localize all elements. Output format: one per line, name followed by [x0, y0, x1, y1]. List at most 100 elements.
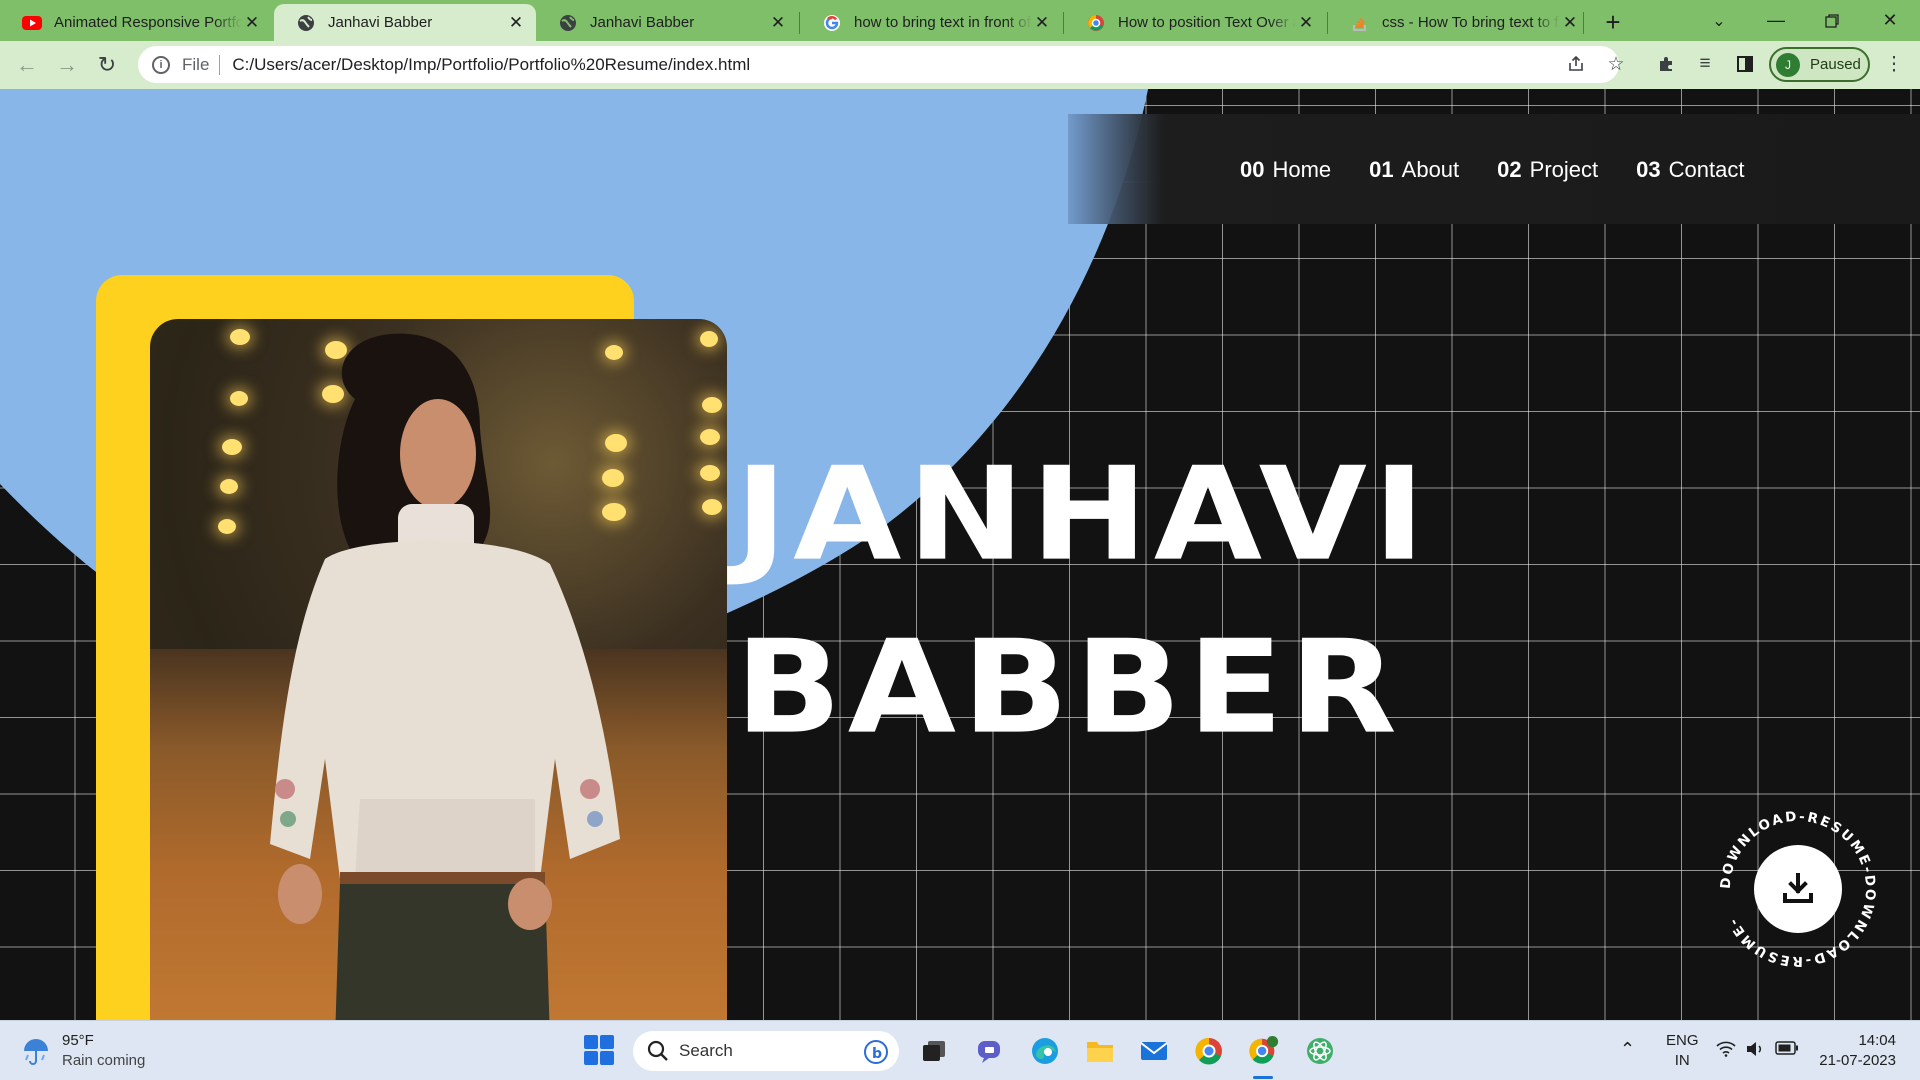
wifi-icon[interactable] — [1716, 1041, 1736, 1063]
teams-chat-icon[interactable] — [974, 1035, 1006, 1067]
language-line2: IN — [1674, 1052, 1690, 1069]
clock-date: 21-07-2023 — [1819, 1052, 1896, 1069]
edge-browser-icon[interactable] — [1029, 1035, 1061, 1067]
battery-icon[interactable] — [1775, 1041, 1799, 1061]
language-indicator[interactable]: ENG IN — [1666, 1031, 1699, 1071]
tab-janhavi-babber-active[interactable]: Janhavi Babber ✕ — [274, 4, 536, 41]
language-line1: ENG — [1666, 1032, 1699, 1049]
tab-janhavi-babber[interactable]: Janhavi Babber ✕ — [536, 4, 798, 41]
person-figure — [270, 333, 620, 1020]
tab-animated-responsive-portfolio[interactable]: Animated Responsive Portfolio ✕ — [0, 4, 272, 41]
bing-icon: b — [863, 1039, 889, 1070]
side-panel-icon[interactable] — [1730, 49, 1760, 79]
nav-label: Home — [1272, 157, 1332, 182]
nav-label: Project — [1529, 157, 1599, 182]
nav-number: 02 — [1497, 157, 1522, 182]
hero-name-line1: JANHAVI — [735, 439, 1432, 590]
nav-number: 03 — [1636, 157, 1661, 182]
info-icon[interactable]: i — [152, 55, 170, 74]
page-viewport: 00 Home 01 About 02 Project 03 Contact J… — [0, 89, 1920, 1020]
nav-label: About — [1401, 157, 1460, 182]
new-tab-button[interactable]: + — [1598, 7, 1628, 37]
nav-number: 00 — [1240, 157, 1265, 182]
close-icon[interactable]: ✕ — [242, 13, 262, 33]
task-view-icon[interactable] — [918, 1035, 950, 1067]
chrome-icon — [1086, 13, 1106, 33]
minimize-icon[interactable]: — — [1748, 0, 1804, 41]
url-text: C:/Users/acer/Desktop/Imp/Portfolio/Port… — [232, 54, 751, 74]
browser-toolbar: ← → ↻ i File C:/Users/acer/Desktop/Imp/P… — [0, 41, 1920, 89]
search-icon — [647, 1040, 668, 1061]
address-bar[interactable]: i File C:/Users/acer/Desktop/Imp/Portfol… — [138, 46, 1619, 83]
tab-stackoverflow[interactable]: css - How To bring text to fro ✕ — [1328, 4, 1590, 41]
start-tile — [584, 1035, 598, 1049]
profile-status: Paused — [1810, 56, 1861, 73]
file-scheme-label: File — [182, 54, 210, 74]
tab-google-search[interactable]: how to bring text in front of ✕ — [800, 4, 1062, 41]
mail-icon[interactable] — [1138, 1035, 1170, 1067]
media-queue-icon[interactable]: ≡ — [1690, 49, 1720, 79]
windows-start-button[interactable] — [584, 1035, 614, 1065]
show-hidden-icons-chevron[interactable]: ⌃ — [1620, 1039, 1635, 1059]
reload-icon[interactable]: ↻ — [92, 50, 122, 80]
youtube-icon — [22, 13, 42, 33]
close-icon[interactable]: ✕ — [768, 13, 788, 33]
close-icon[interactable]: ✕ — [1296, 13, 1316, 33]
avatar: J — [1776, 52, 1800, 77]
tab-title: Janhavi Babber — [328, 14, 433, 31]
forward-arrow-icon[interactable]: → — [52, 50, 82, 80]
chrome-icon[interactable] — [1193, 1035, 1225, 1067]
restore-icon[interactable] — [1804, 0, 1860, 41]
active-app-indicator — [1253, 1076, 1273, 1079]
svg-text:b: b — [872, 1046, 882, 1062]
bookmark-star-icon[interactable]: ☆ — [1601, 49, 1631, 79]
back-arrow-icon[interactable]: ← — [12, 50, 42, 80]
extensions-puzzle-icon[interactable] — [1651, 49, 1681, 79]
nav-links: 00 Home 01 About 02 Project 03 Contact — [1240, 157, 1744, 183]
clock[interactable]: 14:04 21-07-2023 — [1816, 1031, 1896, 1071]
tab-title: Animated Responsive Portfolio — [54, 14, 242, 31]
tab-title: css - How To bring text to fro — [1382, 14, 1560, 31]
browser-tab-strip: Animated Responsive Portfolio ✕ Janhavi … — [0, 0, 1920, 41]
tab-title: How to position Text Over an — [1118, 14, 1296, 31]
file-explorer-icon[interactable] — [1084, 1035, 1116, 1067]
tab-search-chevron-icon[interactable]: ⌄ — [1691, 0, 1747, 41]
nav-label: Contact — [1668, 157, 1745, 182]
download-circle[interactable] — [1754, 845, 1842, 933]
share-icon[interactable] — [1561, 49, 1591, 79]
close-icon[interactable]: ✕ — [1032, 13, 1052, 33]
download-icon — [1783, 873, 1813, 903]
weather-widget[interactable]: 95°F Rain coming — [20, 1031, 145, 1071]
volume-icon[interactable] — [1745, 1041, 1765, 1063]
start-tile — [600, 1051, 614, 1065]
profile-photo — [150, 319, 727, 1020]
google-icon — [822, 13, 842, 33]
close-icon[interactable]: ✕ — [506, 13, 526, 33]
start-tile — [600, 1035, 614, 1049]
windows-taskbar: 95°F Rain coming Search b ⌃ ENG IN 14:04… — [0, 1020, 1920, 1080]
nav-link-contact[interactable]: 03 Contact — [1636, 157, 1744, 183]
atom-app-icon[interactable] — [1304, 1035, 1336, 1067]
weather-status: Rain coming — [62, 1052, 146, 1069]
nav-link-project[interactable]: 02 Project — [1497, 157, 1598, 183]
tab-title: how to bring text in front of — [854, 14, 1031, 31]
menu-kebab-icon[interactable]: ⋮ — [1879, 49, 1909, 79]
profile-button[interactable]: J Paused — [1769, 47, 1870, 82]
globe-icon — [296, 13, 316, 33]
tab-title: Janhavi Babber — [590, 14, 695, 31]
weather-temp: 95°F — [62, 1032, 94, 1049]
globe-icon — [558, 13, 578, 33]
close-window-icon[interactable]: ✕ — [1862, 0, 1918, 41]
nav-link-home[interactable]: 00 Home — [1240, 157, 1331, 183]
download-resume-button[interactable]: DOWNLOAD-RESUME-DOWNLOAD-RESUME- — [1718, 809, 1878, 969]
chrome-profile-icon[interactable] — [1248, 1035, 1280, 1067]
tab-position-text-over[interactable]: How to position Text Over an ✕ — [1064, 4, 1326, 41]
stackoverflow-icon — [1350, 13, 1370, 33]
nav-number: 01 — [1369, 157, 1394, 182]
umbrella-rain-icon — [24, 1039, 48, 1065]
close-icon[interactable]: ✕ — [1560, 13, 1580, 33]
search-label: Search — [679, 1041, 733, 1060]
nav-link-about[interactable]: 01 About — [1369, 157, 1459, 183]
taskbar-search[interactable]: Search b — [633, 1031, 899, 1071]
clock-time: 14:04 — [1858, 1032, 1896, 1049]
